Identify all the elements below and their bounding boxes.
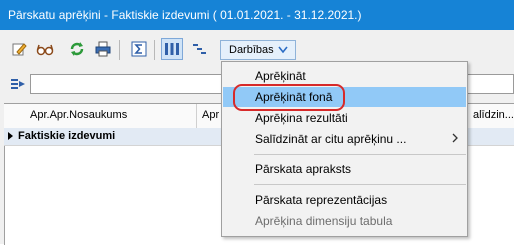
highlight-annotation [233,84,345,111]
tree-icon [193,44,206,54]
sum-button[interactable] [128,38,150,60]
menu-separator [254,154,466,155]
menu-item-compare-calculation[interactable]: Salīdzināt ar citu aprēķinu ... [223,129,466,149]
menu-item-calculate[interactable]: Aprēķināt [223,66,466,86]
columns-icon [165,43,179,55]
row-name-cell: Faktiskie izdevumi [18,130,116,142]
toolbar-separator [154,40,155,60]
refresh-icon [70,42,84,56]
filter-apply-icon[interactable] [10,77,26,91]
actions-dropdown-button[interactable]: Darbības [220,40,296,60]
row-pointer-icon [8,132,13,140]
window-title: Pārskatu aprēķini - Faktiskie izdevumi (… [8,8,362,22]
refresh-button[interactable] [66,38,88,60]
print-button[interactable] [92,38,114,60]
glasses-icon [36,44,54,56]
menu-item-report-description[interactable]: Pārskata apraksts [223,159,466,179]
chevron-down-icon [278,46,288,54]
menu-item-report-representations[interactable]: Pārskata reprezentācijas [223,190,466,210]
view-button[interactable] [34,38,56,60]
sum-icon [131,41,147,57]
pencil-icon [12,43,27,56]
menu-item-dimension-table: Aprēķina dimensiju tabula [255,214,393,228]
menu-item-calculation-results[interactable]: Aprēķina rezultāti [223,108,466,128]
tree-button[interactable] [188,38,210,60]
column-header-apr[interactable]: Apr [202,109,219,121]
actions-label: Darbības [229,44,274,56]
window-titlebar: Pārskatu aprēķini - Faktiskie izdevumi (… [0,0,514,30]
menu-separator [254,184,466,185]
toolbar-separator [119,40,120,60]
columns-button[interactable] [161,38,183,60]
column-header-compare[interactable]: alīdzin... [473,109,514,121]
chevron-right-icon [452,133,458,143]
column-header-name[interactable]: Apr.Apr.Nosaukums [30,109,127,121]
edit-button[interactable] [8,38,30,60]
printer-icon [95,41,111,57]
